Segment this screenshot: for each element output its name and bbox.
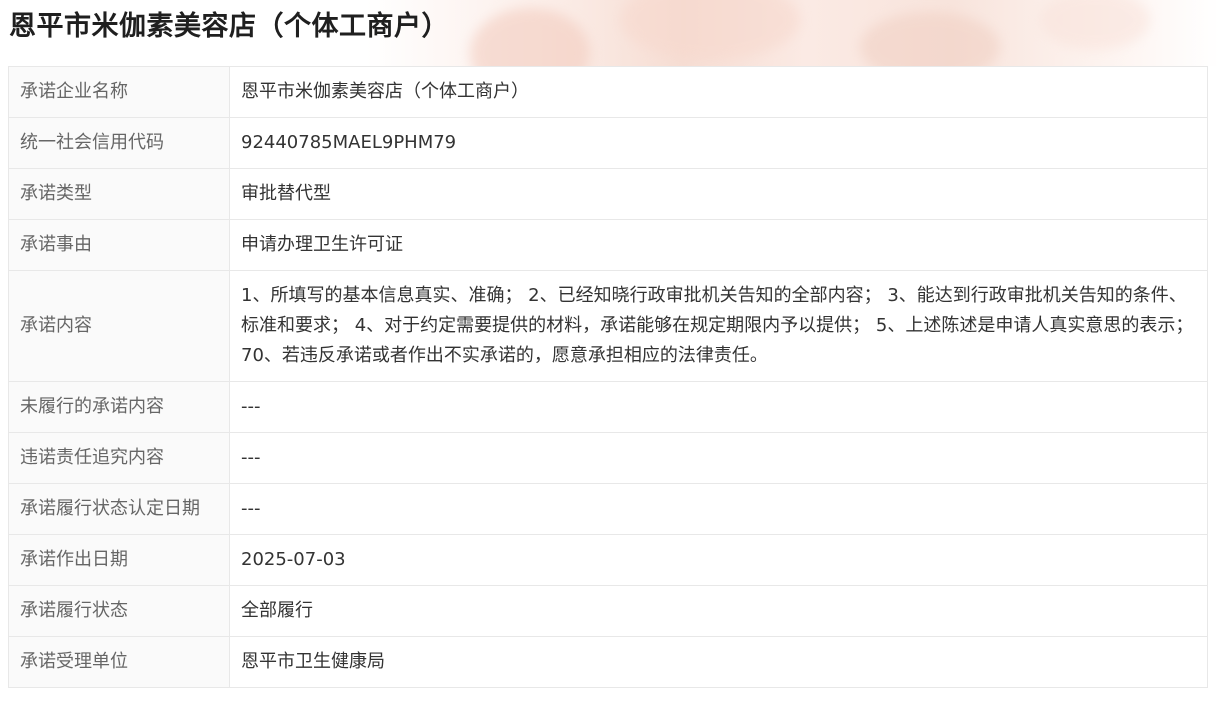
row-value: 全部履行 bbox=[229, 585, 1208, 637]
table-row: 承诺履行状态认定日期 --- bbox=[8, 483, 1208, 535]
row-value: 恩平市卫生健康局 bbox=[229, 636, 1208, 688]
row-value: 1、所填写的基本信息真实、准确； 2、已经知晓行政审批机关告知的全部内容； 3、… bbox=[229, 270, 1208, 382]
table-row: 承诺企业名称 恩平市米伽素美容店（个体工商户） bbox=[8, 66, 1208, 118]
row-value: --- bbox=[229, 381, 1208, 433]
row-value: 92440785MAEL9PHM79 bbox=[229, 117, 1208, 169]
row-value: 2025-07-03 bbox=[229, 534, 1208, 586]
row-label: 承诺类型 bbox=[8, 168, 230, 220]
header-banner: 恩平市米伽素美容店（个体工商户） bbox=[0, 0, 1220, 66]
table-row: 违诺责任追究内容 --- bbox=[8, 432, 1208, 484]
row-value: 申请办理卫生许可证 bbox=[229, 219, 1208, 271]
banner-decoration bbox=[620, 0, 800, 60]
row-label: 承诺作出日期 bbox=[8, 534, 230, 586]
row-label: 承诺履行状态 bbox=[8, 585, 230, 637]
row-value: --- bbox=[229, 483, 1208, 535]
table-row: 承诺受理单位 恩平市卫生健康局 bbox=[8, 636, 1208, 688]
row-label: 承诺内容 bbox=[8, 270, 230, 382]
row-value: 恩平市米伽素美容店（个体工商户） bbox=[229, 66, 1208, 118]
row-label: 承诺履行状态认定日期 bbox=[8, 483, 230, 535]
row-label: 未履行的承诺内容 bbox=[8, 381, 230, 433]
commitment-info-table: 承诺企业名称 恩平市米伽素美容店（个体工商户） 统一社会信用代码 9244078… bbox=[8, 66, 1208, 688]
row-label: 违诺责任追究内容 bbox=[8, 432, 230, 484]
table-row: 承诺内容 1、所填写的基本信息真实、准确； 2、已经知晓行政审批机关告知的全部内… bbox=[8, 270, 1208, 382]
banner-decoration bbox=[1040, 0, 1150, 50]
table-row: 承诺事由 申请办理卫生许可证 bbox=[8, 219, 1208, 271]
page-title: 恩平市米伽素美容店（个体工商户） bbox=[9, 11, 449, 42]
table-row: 承诺类型 审批替代型 bbox=[8, 168, 1208, 220]
row-label: 承诺受理单位 bbox=[8, 636, 230, 688]
row-label: 承诺企业名称 bbox=[8, 66, 230, 118]
row-value: 审批替代型 bbox=[229, 168, 1208, 220]
banner-decoration bbox=[860, 12, 1000, 66]
row-label: 承诺事由 bbox=[8, 219, 230, 271]
table-row: 未履行的承诺内容 --- bbox=[8, 381, 1208, 433]
row-label: 统一社会信用代码 bbox=[8, 117, 230, 169]
table-row: 统一社会信用代码 92440785MAEL9PHM79 bbox=[8, 117, 1208, 169]
banner-decoration bbox=[470, 8, 590, 66]
table-row: 承诺作出日期 2025-07-03 bbox=[8, 534, 1208, 586]
row-value: --- bbox=[229, 432, 1208, 484]
table-row: 承诺履行状态 全部履行 bbox=[8, 585, 1208, 637]
